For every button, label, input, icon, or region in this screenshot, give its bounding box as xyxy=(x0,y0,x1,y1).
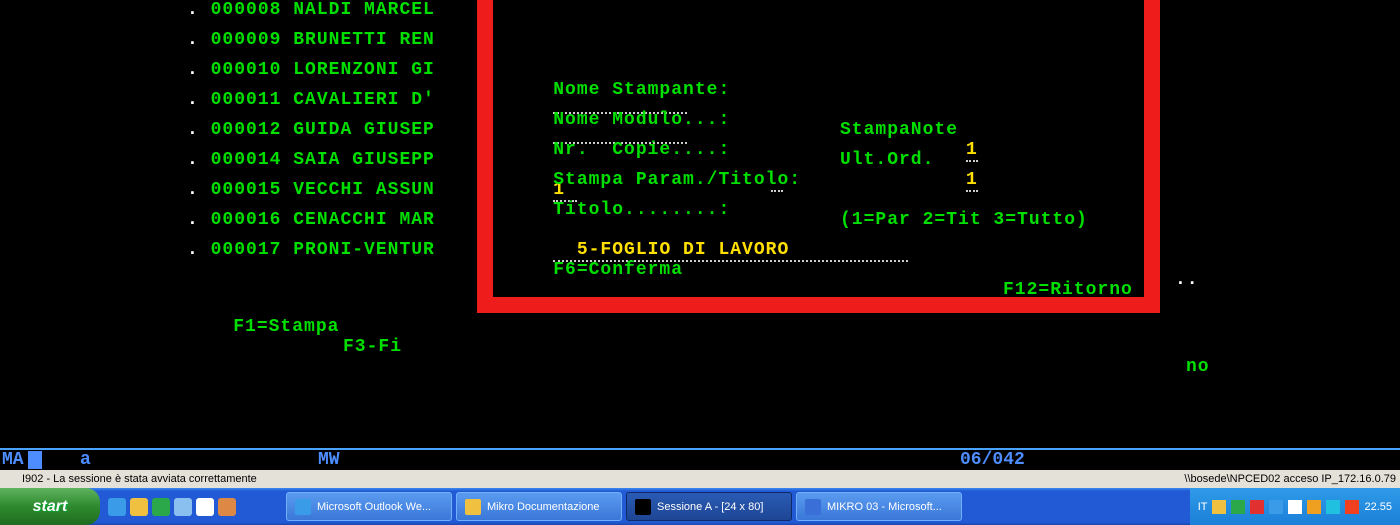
list-name[interactable]: PRONI-VENTUR xyxy=(293,240,435,260)
start-label: start xyxy=(33,498,68,516)
list-id[interactable]: 000014 xyxy=(211,150,282,170)
task-icon xyxy=(635,499,651,515)
ql-icon-6[interactable] xyxy=(218,498,236,516)
task-label: MIKRO 03 - Microsoft... xyxy=(827,501,942,513)
list-name[interactable]: GUIDA GIUSEP xyxy=(293,120,435,140)
tray-icon[interactable] xyxy=(1288,500,1302,514)
connection-info: \\bosede\NPCED02 acceso IP_172.16.0.79 xyxy=(1184,470,1396,488)
list-name[interactable]: VECCHI ASSUN xyxy=(293,180,435,200)
titolo-label: Titolo........: xyxy=(553,200,730,220)
list-marker: . xyxy=(187,150,211,170)
tray-icon[interactable] xyxy=(1307,500,1321,514)
cursor-indicator xyxy=(28,451,42,469)
taskbar-task[interactable]: Microsoft Outlook We... xyxy=(286,492,452,521)
task-icon xyxy=(295,499,311,515)
f3-fi[interactable]: F3-Fi xyxy=(343,337,402,357)
task-label: Mikro Documentazione xyxy=(487,501,600,513)
list-marker: . xyxy=(187,120,211,140)
list-marker: . xyxy=(187,60,211,80)
f6-conferma[interactable]: F6=Conferma xyxy=(553,260,683,280)
list-name[interactable]: BRUNETTI REN xyxy=(293,30,435,50)
list-id[interactable]: 000010 xyxy=(211,60,282,80)
list-name[interactable]: NALDI MARCEL xyxy=(293,0,435,20)
list-marker: . xyxy=(187,90,211,110)
list-marker: . xyxy=(187,180,211,200)
tray-icon[interactable] xyxy=(1212,500,1226,514)
list-id[interactable]: 000011 xyxy=(211,90,282,110)
tray-icon[interactable] xyxy=(1231,500,1245,514)
list-marker: . xyxy=(187,0,211,20)
tray-icon[interactable] xyxy=(1326,500,1340,514)
clock[interactable]: 22.55 xyxy=(1364,501,1392,513)
desktop-icon[interactable] xyxy=(152,498,170,516)
windows-taskbar: start Microsoft Outlook We... Mikro Docum… xyxy=(0,488,1400,525)
tray-icon[interactable] xyxy=(1345,500,1359,514)
list-marker: . xyxy=(187,240,211,260)
list-id[interactable]: 000017 xyxy=(211,240,282,260)
status-a: a xyxy=(80,450,91,470)
list-id[interactable]: 000016 xyxy=(211,210,282,230)
ql-icon-5[interactable] xyxy=(196,498,214,516)
list-name[interactable]: SAIA GIUSEPP xyxy=(293,150,435,170)
tray-icon[interactable] xyxy=(1269,500,1283,514)
task-label: Sessione A - [24 x 80] xyxy=(657,501,763,513)
taskbar-task[interactable]: Mikro Documentazione xyxy=(456,492,622,521)
list-id[interactable]: 000008 xyxy=(211,0,282,20)
outlook-icon[interactable] xyxy=(130,498,148,516)
list-id[interactable]: 000012 xyxy=(211,120,282,140)
no-text: no xyxy=(1186,357,1210,377)
list-id[interactable]: 000009 xyxy=(211,30,282,50)
list-name[interactable]: CENACCHI MAR xyxy=(293,210,435,230)
task-label: Microsoft Outlook We... xyxy=(317,501,431,513)
trailing-dots: .. xyxy=(1175,270,1400,290)
task-icon xyxy=(465,499,481,515)
terminal-screen: . 000008 NALDI MARCEL . 000009 BRUNETTI … xyxy=(0,0,1400,466)
list-name[interactable]: LORENZONI GI xyxy=(293,60,435,80)
quick-launch xyxy=(100,498,244,516)
system-tray: IT 22.55 xyxy=(1190,488,1400,525)
taskbar-task[interactable]: Sessione A - [24 x 80] xyxy=(626,492,792,521)
language-indicator[interactable]: IT xyxy=(1198,501,1208,513)
f1-stampa[interactable]: F1=Stampa xyxy=(233,317,339,337)
list-name[interactable]: CAVALIERI D' xyxy=(293,90,435,110)
ie-icon[interactable] xyxy=(108,498,126,516)
start-button[interactable]: start xyxy=(0,488,100,525)
tray-icon[interactable] xyxy=(1250,500,1264,514)
status-cursor-pos: 06/042 xyxy=(960,450,1025,470)
list-marker: . xyxy=(187,30,211,50)
status-ma: MA xyxy=(2,450,24,470)
list-marker: . xyxy=(187,210,211,230)
list-id[interactable]: 000015 xyxy=(211,180,282,200)
session-message: I902 - La sessione è stata avviata corre… xyxy=(22,470,257,488)
taskbar-task[interactable]: MIKRO 03 - Microsoft... xyxy=(796,492,962,521)
session-message-bar: I902 - La sessione è stata avviata corre… xyxy=(0,470,1400,488)
emulator-status-bar: MA a MW 06/042 xyxy=(0,448,1400,472)
task-icon xyxy=(805,499,821,515)
status-mw: MW xyxy=(318,450,340,470)
taskbar-tasks: Microsoft Outlook We... Mikro Documentazi… xyxy=(244,492,964,521)
explorer-icon[interactable] xyxy=(174,498,192,516)
